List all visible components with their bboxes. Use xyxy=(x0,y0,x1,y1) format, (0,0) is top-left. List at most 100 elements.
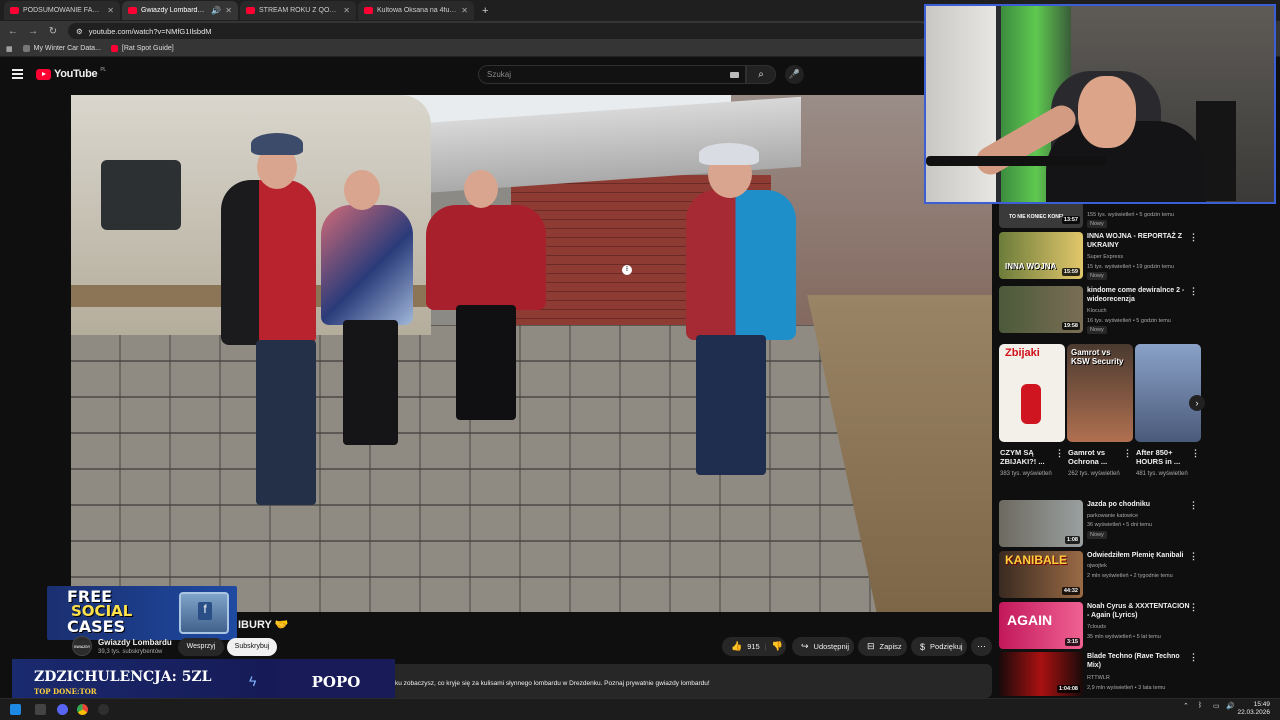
more-vert-icon[interactable]: ⋮ xyxy=(1191,448,1200,459)
channel-name[interactable]: Klocuch xyxy=(1087,307,1107,315)
close-tab-icon[interactable]: ✕ xyxy=(225,6,232,15)
bookmark-winter-car[interactable]: My Winter Car Data... xyxy=(22,45,101,52)
video-title[interactable]: INNA WOJNA - REPORTAŻ Z UKRAINY xyxy=(1087,232,1191,250)
short-thumbnail[interactable] xyxy=(1135,344,1201,442)
person-blue-jacket xyxy=(686,190,796,340)
short-thumbnail[interactable]: Zbijaki xyxy=(999,344,1065,442)
more-vert-icon[interactable]: ⋮ xyxy=(1189,500,1198,511)
person-cap xyxy=(699,143,759,165)
video-title[interactable]: Jazda po chodniku xyxy=(1087,500,1191,509)
channel-name[interactable]: Gwiazdy Lombardu xyxy=(98,638,172,647)
subscribe-button[interactable]: Subskrybuj xyxy=(227,638,277,656)
bluetooth-icon[interactable]: ᛒ xyxy=(1198,702,1202,709)
video-thumbnail[interactable]: 1:04:08 xyxy=(999,652,1083,696)
more-vert-icon[interactable]: ⋮ xyxy=(1189,652,1198,663)
taskbar-app-icon[interactable] xyxy=(98,704,109,715)
support-button[interactable]: Wesprzyj xyxy=(178,638,224,656)
new-tab-icon[interactable]: + xyxy=(476,5,494,17)
youtube-favicon-icon xyxy=(364,7,373,14)
list-item[interactable]: AGAIN 3:15 Noah Cyrus & XXXTENTACION - A… xyxy=(999,602,1204,650)
dislike-icon[interactable]: 👎 xyxy=(772,641,783,652)
chrome-icon[interactable] xyxy=(77,704,88,715)
close-tab-icon[interactable]: ✕ xyxy=(107,6,114,15)
short-title[interactable]: After 850+ HOURS in ... xyxy=(1136,448,1188,466)
video-meta: 36 wyświetleń • 5 dni temu xyxy=(1087,522,1152,528)
short-views: 481 tys. wyświetleń xyxy=(1136,471,1188,477)
more-vert-icon[interactable]: ⋮ xyxy=(1189,602,1198,613)
video-title[interactable]: Noah Cyrus & XXXTENTACION - Again (Lyric… xyxy=(1087,602,1191,620)
video-thumbnail[interactable]: AGAIN 3:15 xyxy=(999,602,1083,649)
search-icon: ⌕ xyxy=(758,69,764,80)
more-vert-icon[interactable]: ⋮ xyxy=(1189,551,1198,562)
tray-chevron-icon[interactable]: ⌃ xyxy=(1183,702,1189,710)
list-item[interactable]: 1:08 Jazda po chodniku parkowanie katowi… xyxy=(999,500,1204,548)
forward-icon[interactable]: → xyxy=(28,26,38,37)
reload-icon[interactable]: ↻ xyxy=(48,26,58,37)
search-input[interactable]: Szukaj xyxy=(478,65,746,84)
like-count[interactable]: 915 xyxy=(747,642,760,651)
speaker-icon[interactable]: 🔊 xyxy=(211,6,221,15)
more-vert-icon[interactable]: ⋮ xyxy=(1055,448,1064,459)
network-icon[interactable]: ▭ xyxy=(1213,702,1220,710)
share-button[interactable]: ↪ Udostępnij xyxy=(792,637,854,656)
more-actions-button[interactable]: ⋯ xyxy=(971,637,992,656)
search-button[interactable]: ⌕ xyxy=(746,65,776,84)
channel-name[interactable]: RTTWLR xyxy=(1087,674,1110,682)
video-thumbnail[interactable]: TO NIE KONIEC KONFL 13:57 xyxy=(999,202,1083,228)
video-info-icon[interactable]: ⁝ xyxy=(622,265,632,275)
tab-gwiazdy-lombardu[interactable]: Gwiazdy Lombardu: Gramy 🔊 ✕ xyxy=(122,1,238,20)
video-title[interactable]: Blade Techno (Rave Techno Mix) xyxy=(1087,652,1191,670)
short-title[interactable]: Gamrot vs Ochrona ... xyxy=(1068,448,1120,466)
close-tab-icon[interactable]: ✕ xyxy=(461,6,468,15)
video-thumbnail[interactable]: KANIBALE 44:32 xyxy=(999,551,1083,598)
volume-icon[interactable]: 🔊 xyxy=(1226,702,1235,710)
channel-avatar[interactable]: GWIAZDY LOMBARDU xyxy=(72,636,93,669)
tab-kultowa-oksana[interactable]: Kultowa Oksana na 4fun.tv - dy✕ xyxy=(358,1,474,20)
cases-line3: CASES xyxy=(67,617,126,636)
video-thumbnail[interactable]: 1:08 xyxy=(999,500,1083,547)
like-icon[interactable]: 👍 xyxy=(731,641,742,652)
address-bar[interactable]: ⚙ youtube.com/watch?v=NMfG1IlsbdM xyxy=(68,23,928,39)
list-item[interactable]: TO NIE KONIEC KONFL 13:57 155 tys. wyświ… xyxy=(999,202,1204,230)
system-clock[interactable]: 15:49 22.03.2026 xyxy=(1237,701,1270,717)
subscriber-count: 39,3 tys. subskrybentów xyxy=(98,649,163,655)
save-button[interactable]: ⊟ Zapisz xyxy=(858,637,907,656)
channel-name[interactable]: 7clouds xyxy=(1087,623,1106,631)
bookmark-rat-spot[interactable]: [Rat Spot Guide] xyxy=(110,45,174,52)
list-item[interactable]: 1:04:08 Blade Techno (Rave Techno Mix) R… xyxy=(999,652,1204,696)
short-title[interactable]: CZYM SĄ ZBIJAKI?! ... xyxy=(1000,448,1052,466)
voice-search-icon[interactable]: 🎤 xyxy=(785,65,804,84)
duration-badge: 3:15 xyxy=(1064,638,1080,646)
chevron-right-icon[interactable]: › xyxy=(1189,395,1205,411)
video-title[interactable]: Odwiedziłem Plemię Kanibali xyxy=(1087,551,1191,560)
video-thumbnail[interactable]: 19:58 xyxy=(999,286,1083,333)
tab-podsumowanie[interactable]: PODSUMOWANIE FAME 30 (Dł ✕ xyxy=(4,1,120,20)
channel-name[interactable]: ojwojtek xyxy=(1087,562,1107,570)
discord-icon[interactable] xyxy=(57,704,68,715)
list-item[interactable]: INNA WOJNA 15:59 INNA WOJNA - REPORTAŻ Z… xyxy=(999,232,1204,280)
keyboard-icon[interactable] xyxy=(730,72,739,78)
channel-name[interactable]: Super Express xyxy=(1087,253,1123,261)
more-vert-icon[interactable]: ⋮ xyxy=(1189,232,1198,243)
apps-icon[interactable]: ▦ xyxy=(6,45,13,53)
taskbar-app-icon[interactable] xyxy=(35,704,46,715)
more-vert-icon[interactable]: ⋮ xyxy=(1123,448,1132,459)
youtube-logo[interactable]: YouTube PL xyxy=(36,67,106,80)
back-icon[interactable]: ← xyxy=(8,26,18,37)
person-red-jacket-legs xyxy=(256,340,316,505)
close-tab-icon[interactable]: ✕ xyxy=(343,6,350,15)
more-vert-icon[interactable]: ⋮ xyxy=(1189,286,1198,297)
video-player[interactable]: ⁝ xyxy=(71,95,992,612)
video-thumbnail[interactable]: INNA WOJNA 15:59 xyxy=(999,232,1083,279)
tab-stream-roku[interactable]: STREAM ROKU Z QOOSIK | WS✕ xyxy=(240,1,356,20)
short-thumbnail[interactable]: Gamrot vs KSW Security xyxy=(1067,344,1133,442)
thanks-button[interactable]: $ Podziękuj xyxy=(911,637,967,656)
site-info-icon[interactable]: ⚙ xyxy=(76,27,83,36)
channel-name[interactable]: parkowanie katowice xyxy=(1087,512,1138,520)
video-title[interactable]: kindome come dewiralnce 2 - wideorecenzj… xyxy=(1087,286,1191,304)
list-item[interactable]: 19:58 kindome come dewiralnce 2 - wideor… xyxy=(999,286,1204,334)
list-item[interactable]: KANIBALE 44:32 Odwiedziłem Plemię Kaniba… xyxy=(999,551,1204,599)
menu-icon[interactable] xyxy=(12,69,23,79)
windows-start-icon[interactable] xyxy=(10,704,21,715)
video-meta: 15 tys. wyświetleń • 19 godzin temu xyxy=(1087,264,1174,270)
